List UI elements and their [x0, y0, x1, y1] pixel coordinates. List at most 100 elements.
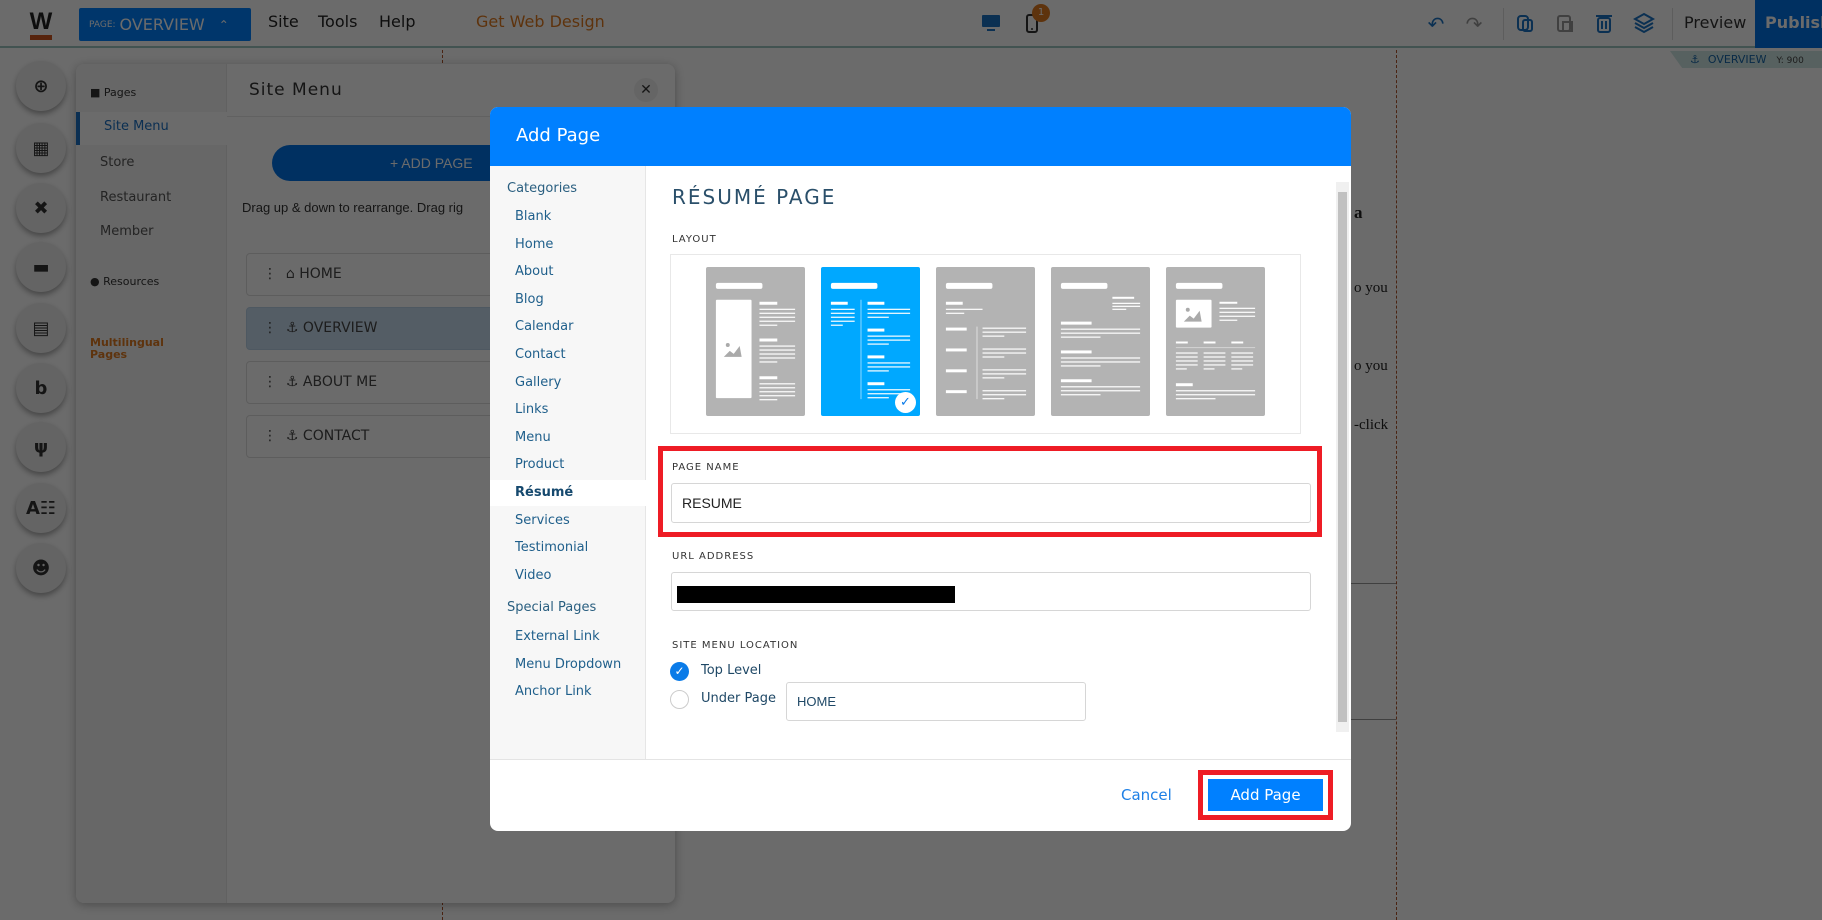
layers-icon[interactable]: [1632, 12, 1656, 36]
special-menu-dropdown[interactable]: Menu Dropdown: [490, 652, 646, 678]
nav-item-site-menu[interactable]: Site Menu: [76, 112, 227, 145]
top-level-radio[interactable]: ✓: [670, 662, 689, 681]
translate-icon: A☷: [25, 497, 57, 519]
special-anchor-link[interactable]: Anchor Link: [490, 679, 646, 705]
paste-icon[interactable]: [1553, 12, 1577, 36]
layout-option-4[interactable]: [1051, 267, 1150, 416]
category-home[interactable]: Home: [490, 232, 646, 258]
layout-heading: RÉSUMÉ PAGE: [672, 185, 837, 209]
page-row-label: ABOUT ME: [302, 374, 378, 390]
design-tool-button[interactable]: ✖: [16, 183, 66, 233]
desktop-icon[interactable]: [979, 12, 1003, 36]
under-page-select[interactable]: [786, 682, 1086, 721]
category-blog[interactable]: Blog: [490, 287, 646, 313]
category-about[interactable]: About: [490, 259, 646, 285]
category-list: Categories Blank Home About Blog Calendar Cont…: [490, 166, 646, 759]
page-name-label: PAGE NAME: [672, 462, 740, 473]
dialog-title: Add Page: [490, 107, 1351, 166]
store-tool-button[interactable]: ▤: [16, 303, 66, 353]
categories-label: Categories: [507, 181, 578, 196]
site-menu-nav: ■ Pages Site Menu Store Restaurant Membe…: [76, 64, 227, 903]
folder-icon: ▬: [32, 256, 50, 278]
page-prefix: PAGE:: [89, 19, 116, 30]
current-page-name: OVERVIEW: [119, 15, 205, 34]
section-y: Y: 900: [1776, 56, 1804, 66]
category-rsum[interactable]: Résumé: [490, 480, 646, 506]
layout-icon: ▦: [32, 137, 50, 159]
resources-icon: ●: [90, 275, 100, 288]
undo-icon[interactable]: ↶: [1424, 12, 1448, 36]
redo-icon[interactable]: ↷: [1462, 12, 1486, 36]
add-page-confirm-button[interactable]: Add Page: [1208, 779, 1323, 811]
add-page-dialog: Add Page Categories Blank Home About Blog Cal…: [490, 107, 1351, 831]
anchor-icon: ⚓: [285, 320, 299, 336]
category-blank[interactable]: Blank: [490, 204, 646, 230]
notification-badge: 1: [1032, 4, 1050, 22]
home-icon: ⌂: [285, 266, 295, 282]
translate-tool-button[interactable]: A☷: [16, 483, 66, 533]
page-name-input[interactable]: [671, 483, 1311, 523]
layout-option-5[interactable]: [1166, 267, 1265, 416]
menu-help[interactable]: Help: [379, 12, 415, 31]
divider: [1351, 583, 1396, 584]
menu-site[interactable]: Site: [268, 12, 299, 31]
bg-text: a: [1354, 203, 1363, 222]
category-menu[interactable]: Menu: [490, 425, 646, 451]
rearrange-hint: Drag up & down to rearrange. Drag rig: [242, 200, 464, 215]
get-web-design-link[interactable]: Get Web Design: [476, 12, 605, 31]
category-links[interactable]: Links: [490, 397, 646, 423]
store-icon: ▤: [32, 317, 50, 339]
nav-multilingual[interactable]: Multilingual Pages: [90, 337, 180, 361]
bg-text: -click: [1354, 417, 1389, 433]
category-services[interactable]: Services: [490, 508, 646, 534]
footer-divider: [490, 759, 1351, 760]
page-row-label: HOME: [299, 266, 342, 282]
design-icon: ✖: [33, 197, 49, 219]
category-contact[interactable]: Contact: [490, 342, 646, 368]
nav-item-member[interactable]: Member: [100, 224, 153, 239]
page-selector-button[interactable]: PAGE: OVERVIEW ⌃: [79, 8, 251, 41]
add-tool-button[interactable]: ⊕: [16, 61, 66, 111]
folder-tool-button[interactable]: ▬: [16, 242, 66, 292]
logo[interactable]: W: [28, 10, 54, 40]
close-icon[interactable]: ✕: [634, 78, 658, 102]
members-tool-button[interactable]: ☻: [16, 543, 66, 593]
check-icon: ✓: [895, 392, 916, 413]
trash-icon[interactable]: [1592, 12, 1616, 36]
cancel-button[interactable]: Cancel: [1121, 786, 1172, 804]
special-pages-label: Special Pages: [507, 600, 597, 615]
category-testimonial[interactable]: Testimonial: [490, 535, 646, 561]
category-video[interactable]: Video: [490, 563, 646, 589]
bg-text: o you: [1354, 280, 1388, 296]
nav-item-store[interactable]: Store: [100, 155, 134, 170]
layout-option-3[interactable]: [936, 267, 1035, 416]
layout-option-2[interactable]: ✓: [821, 267, 920, 416]
preview-button[interactable]: Preview: [1684, 13, 1746, 32]
page-row-label: CONTACT: [302, 428, 370, 444]
special-external-link[interactable]: External Link: [490, 624, 646, 650]
restaurant-tool-button[interactable]: ψ: [16, 422, 66, 472]
scrollbar[interactable]: [1336, 182, 1349, 732]
anchor-icon: ⚓: [285, 374, 299, 390]
nav-resources[interactable]: ● Resources: [90, 275, 159, 288]
nav-pages-header: ■ Pages: [90, 86, 136, 99]
chevron-up-icon: ⌃: [218, 17, 229, 32]
layout-picker: ✓: [670, 254, 1301, 434]
divider: [1351, 719, 1396, 720]
members-icon: ☻: [31, 557, 51, 579]
category-calendar[interactable]: Calendar: [490, 314, 646, 340]
nav-item-restaurant[interactable]: Restaurant: [100, 190, 171, 205]
site-menu-title: Site Menu: [249, 80, 343, 100]
menu-tools[interactable]: Tools: [318, 12, 357, 31]
url-address-input[interactable]: [671, 572, 1311, 611]
copy-icon[interactable]: [1513, 12, 1537, 36]
nav-pages-label: Pages: [103, 86, 137, 99]
layout-tool-button[interactable]: ▦: [16, 123, 66, 173]
category-gallery[interactable]: Gallery: [490, 370, 646, 396]
blog-tool-button[interactable]: b: [16, 363, 66, 413]
layout-option-1[interactable]: [706, 267, 805, 416]
category-product[interactable]: Product: [490, 452, 646, 478]
top-toolbar: W PAGE: OVERVIEW ⌃ Site Tools Help Get W…: [0, 0, 1822, 48]
under-page-radio[interactable]: [670, 690, 689, 709]
publish-button[interactable]: Publish: [1755, 0, 1822, 48]
